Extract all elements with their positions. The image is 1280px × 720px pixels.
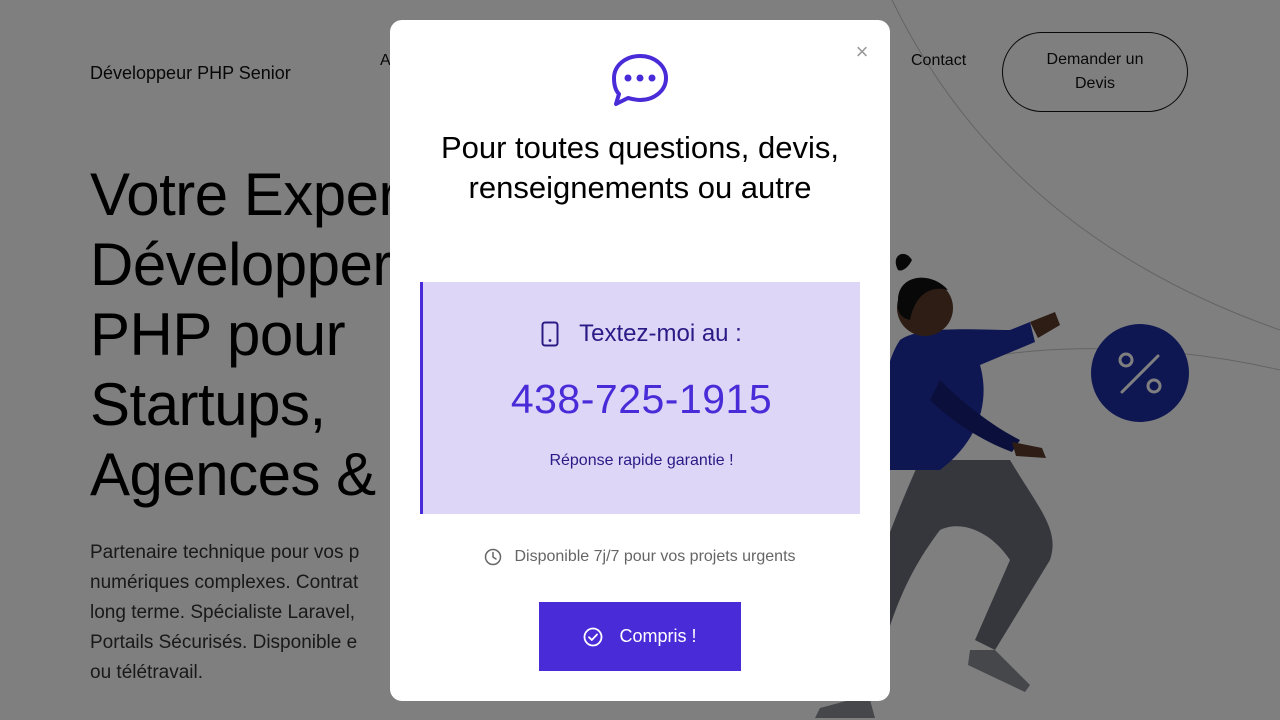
chat-bubble-icon xyxy=(612,54,668,106)
confirm-button-label: Compris ! xyxy=(619,626,697,646)
modal-title: Pour toutes questions, devis, renseignem… xyxy=(440,130,840,205)
close-icon[interactable]: × xyxy=(852,41,872,63)
availability-line: Disponible 7j/7 pour vos projets urgents xyxy=(390,548,890,566)
contact-modal: × Pour toutes questions, devis, renseign… xyxy=(390,20,890,701)
sms-header: Textez-moi au : xyxy=(423,320,860,348)
sms-note: Réponse rapide garantie ! xyxy=(549,452,734,469)
phone-number[interactable]: 438-725-1915 xyxy=(423,376,860,423)
clock-icon xyxy=(485,548,502,566)
check-circle-icon xyxy=(584,627,603,646)
availability-text: Disponible 7j/7 pour vos projets urgents xyxy=(514,548,796,565)
confirm-button[interactable]: Compris ! xyxy=(539,602,741,671)
sms-label: Textez-moi au : xyxy=(579,320,742,347)
mobile-phone-icon xyxy=(541,321,559,347)
sms-contact-box: Textez-moi au : 438-725-1915 Réponse rap… xyxy=(420,282,860,514)
